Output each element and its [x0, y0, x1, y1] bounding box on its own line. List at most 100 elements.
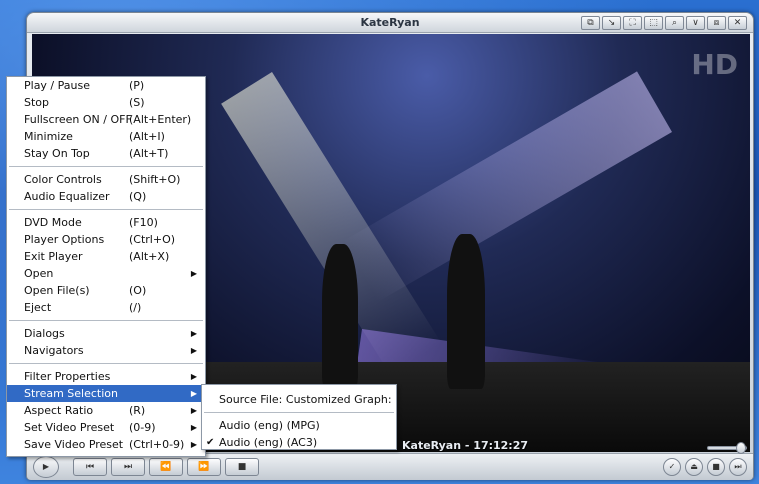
submenu-item-label: Audio (eng) (MPG)	[219, 419, 320, 432]
menu-item-open-file-s[interactable]: Open File(s) (O)	[7, 282, 205, 299]
menu-item-dvd-mode[interactable]: DVD Mode (F10)	[7, 214, 205, 231]
menu-item-label: Audio Equalizer	[24, 190, 110, 203]
menu-item-shortcut: (Alt+I)	[129, 130, 165, 143]
menu-item-shortcut: (/)	[129, 301, 142, 314]
previous-icon[interactable]: ⏮	[73, 458, 107, 476]
menu-item-set-video-preset[interactable]: Set Video Preset (0-9) ▶	[7, 419, 205, 436]
light-beam	[342, 71, 672, 302]
menu-separator	[7, 316, 205, 325]
menu-item-label: Fullscreen ON / OFF	[24, 113, 132, 126]
menu-item-shortcut: (Ctrl+0-9)	[129, 438, 185, 451]
control-bar: ▶ ⏮ ⏭ ⏪ ⏩ ■ ✓ ⏏ ■ ⏭	[27, 442, 753, 480]
menu-item-shortcut: (Ctrl+O)	[129, 233, 176, 246]
menu-item-label: Exit Player	[24, 250, 83, 263]
zoom-icon[interactable]: ⌕	[665, 16, 684, 30]
menu-item-stream-selection[interactable]: Stream Selection ▶	[7, 385, 205, 402]
menu-item-audio-equalizer[interactable]: Audio Equalizer (Q)	[7, 188, 205, 205]
menu-item-label: Aspect Ratio	[24, 404, 94, 417]
menu-item-label: DVD Mode	[24, 216, 82, 229]
menu-item-label: Save Video Preset	[24, 438, 124, 451]
frame-icon[interactable]: ⬚	[644, 16, 663, 30]
stop-small-icon[interactable]: ■	[707, 458, 725, 476]
menu-separator	[7, 359, 205, 368]
submenu-item-audio-eng-mpg[interactable]: Audio (eng) (MPG)	[202, 417, 396, 434]
menu-item-label: Stay On Top	[24, 147, 90, 160]
menu-item-save-video-preset[interactable]: Save Video Preset (Ctrl+0-9) ▶	[7, 436, 205, 453]
submenu-arrow-icon: ▶	[190, 329, 197, 338]
title-buttons: ⧉ ↘ ⛶ ⬚ ⌕ ∨ ⧈ ✕	[581, 16, 747, 30]
menu-item-shortcut: (O)	[129, 284, 147, 297]
checkmark-icon: ✔	[206, 437, 215, 448]
arrow-icon[interactable]: ↘	[602, 16, 621, 30]
submenu-source-header: Source File: Customized Graph:	[219, 393, 392, 406]
menu-item-fullscreen-on-off[interactable]: Fullscreen ON / OFF (Alt+Enter)	[7, 111, 205, 128]
menu-item-shortcut: (Alt+T)	[129, 147, 169, 160]
menu-item-shortcut: (S)	[129, 96, 145, 109]
status-overlay-text: KateRyan - 17:12:27	[402, 439, 529, 452]
menu-separator	[7, 162, 205, 171]
play-icon[interactable]: ▶	[33, 456, 59, 478]
check-icon[interactable]: ✓	[663, 458, 681, 476]
menu-item-player-options[interactable]: Player Options (Ctrl+O)	[7, 231, 205, 248]
menu-item-label: Minimize	[24, 130, 73, 143]
close-icon[interactable]: ✕	[728, 16, 747, 30]
menu-item-label: Open File(s)	[24, 284, 90, 297]
menu-item-shortcut: (0-9)	[129, 421, 156, 434]
submenu-separator	[202, 408, 396, 417]
fast-forward-icon[interactable]: ⏩	[187, 458, 221, 476]
menu-item-label: Filter Properties	[24, 370, 111, 383]
submenu-item-audio-eng-ac3[interactable]: ✔ Audio (eng) (AC3)	[202, 434, 396, 451]
menu-item-label: Stream Selection	[24, 387, 118, 400]
volume-slider[interactable]	[707, 442, 747, 454]
menu-item-aspect-ratio[interactable]: Aspect Ratio (R) ▶	[7, 402, 205, 419]
fullscreen-icon[interactable]: ⛶	[623, 16, 642, 30]
menu-item-label: Open	[24, 267, 54, 280]
submenu-arrow-icon: ▶	[190, 389, 197, 398]
menu-item-label: Eject	[24, 301, 52, 314]
menu-item-label: Color Controls	[24, 173, 102, 186]
channel-logo: HD	[691, 48, 738, 81]
submenu-arrow-icon: ▶	[190, 423, 197, 432]
menu-item-shortcut: (R)	[129, 404, 146, 417]
volume-knob[interactable]	[736, 442, 746, 454]
title-bar[interactable]: KateRyan ⧉ ↘ ⛶ ⬚ ⌕ ∨ ⧈ ✕	[27, 13, 753, 33]
menu-item-exit-player[interactable]: Exit Player (Alt+X)	[7, 248, 205, 265]
submenu-arrow-icon: ▶	[190, 406, 197, 415]
menu-item-stop[interactable]: Stop (S)	[7, 94, 205, 111]
next-icon[interactable]: ⏭	[111, 458, 145, 476]
skip-icon[interactable]: ⏭	[729, 458, 747, 476]
performer	[322, 244, 358, 389]
stream-selection-submenu: Source File: Customized Graph: Audio (eng…	[201, 384, 397, 450]
chevron-down-icon[interactable]: ∨	[686, 16, 705, 30]
menu-item-filter-properties[interactable]: Filter Properties ▶	[7, 368, 205, 385]
menu-item-label: Set Video Preset	[24, 421, 115, 434]
context-menu: Play / Pause (P) Stop (S) Fullscreen ON / OF…	[6, 76, 206, 457]
menu-item-stay-on-top[interactable]: Stay On Top (Alt+T)	[7, 145, 205, 162]
menu-item-label: Player Options	[24, 233, 105, 246]
menu-item-play-pause[interactable]: Play / Pause (P)	[7, 77, 205, 94]
performer	[447, 234, 485, 389]
rewind-icon[interactable]: ⏪	[149, 458, 183, 476]
menu-item-open[interactable]: Open ▶	[7, 265, 205, 282]
menu-item-dialogs[interactable]: Dialogs ▶	[7, 325, 205, 342]
eject-icon[interactable]: ⏏	[685, 458, 703, 476]
menu-item-label: Play / Pause	[24, 79, 90, 92]
menu-item-eject[interactable]: Eject (/)	[7, 299, 205, 316]
menu-item-shortcut: (Alt+X)	[129, 250, 170, 263]
menu-item-minimize[interactable]: Minimize (Alt+I)	[7, 128, 205, 145]
menu-item-label: Navigators	[24, 344, 84, 357]
submenu-item-label: Audio (eng) (AC3)	[219, 436, 318, 449]
restore-icon[interactable]: ⧈	[707, 16, 726, 30]
menu-item-shortcut: (Shift+O)	[129, 173, 181, 186]
submenu-arrow-icon: ▶	[190, 346, 197, 355]
submenu-arrow-icon: ▶	[190, 440, 197, 449]
menu-separator	[7, 205, 205, 214]
menu-item-shortcut: (P)	[129, 79, 145, 92]
info-icon[interactable]: ⧉	[581, 16, 600, 30]
submenu-arrow-icon: ▶	[190, 269, 197, 278]
menu-item-color-controls[interactable]: Color Controls (Shift+O)	[7, 171, 205, 188]
stop-icon[interactable]: ■	[225, 458, 259, 476]
menu-item-shortcut: (Alt+Enter)	[129, 113, 192, 126]
submenu-arrow-icon: ▶	[190, 372, 197, 381]
menu-item-navigators[interactable]: Navigators ▶	[7, 342, 205, 359]
